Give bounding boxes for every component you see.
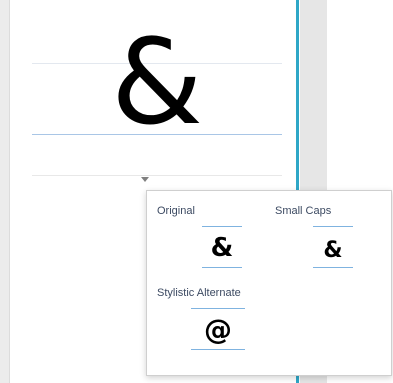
dropdown-arrow-icon[interactable] [141, 177, 149, 182]
glyph-alternates-popup: Original & Small Caps & Stylistic Altern… [146, 190, 392, 376]
option-label-small-caps: Small Caps [275, 205, 332, 217]
option-original-glyph[interactable]: & [202, 231, 242, 265]
option-small-caps-glyph[interactable]: & [313, 237, 353, 265]
option-label-stylistic-alternate: Stylistic Alternate [157, 287, 241, 299]
option-original-baseline [202, 267, 242, 268]
option-stylistic-alternate-glyph[interactable]: @ [191, 312, 245, 348]
option-small-caps-top-line [313, 226, 353, 227]
option-stylistic-baseline [191, 349, 245, 350]
option-original-top-line [202, 226, 242, 227]
guide-line-bottom [32, 175, 282, 176]
option-label-original: Original [157, 205, 195, 217]
option-stylistic-top-line [191, 308, 245, 309]
option-small-caps-baseline [313, 267, 353, 268]
preview-glyph: & [110, 13, 203, 151]
left-panel-edge [0, 0, 10, 383]
